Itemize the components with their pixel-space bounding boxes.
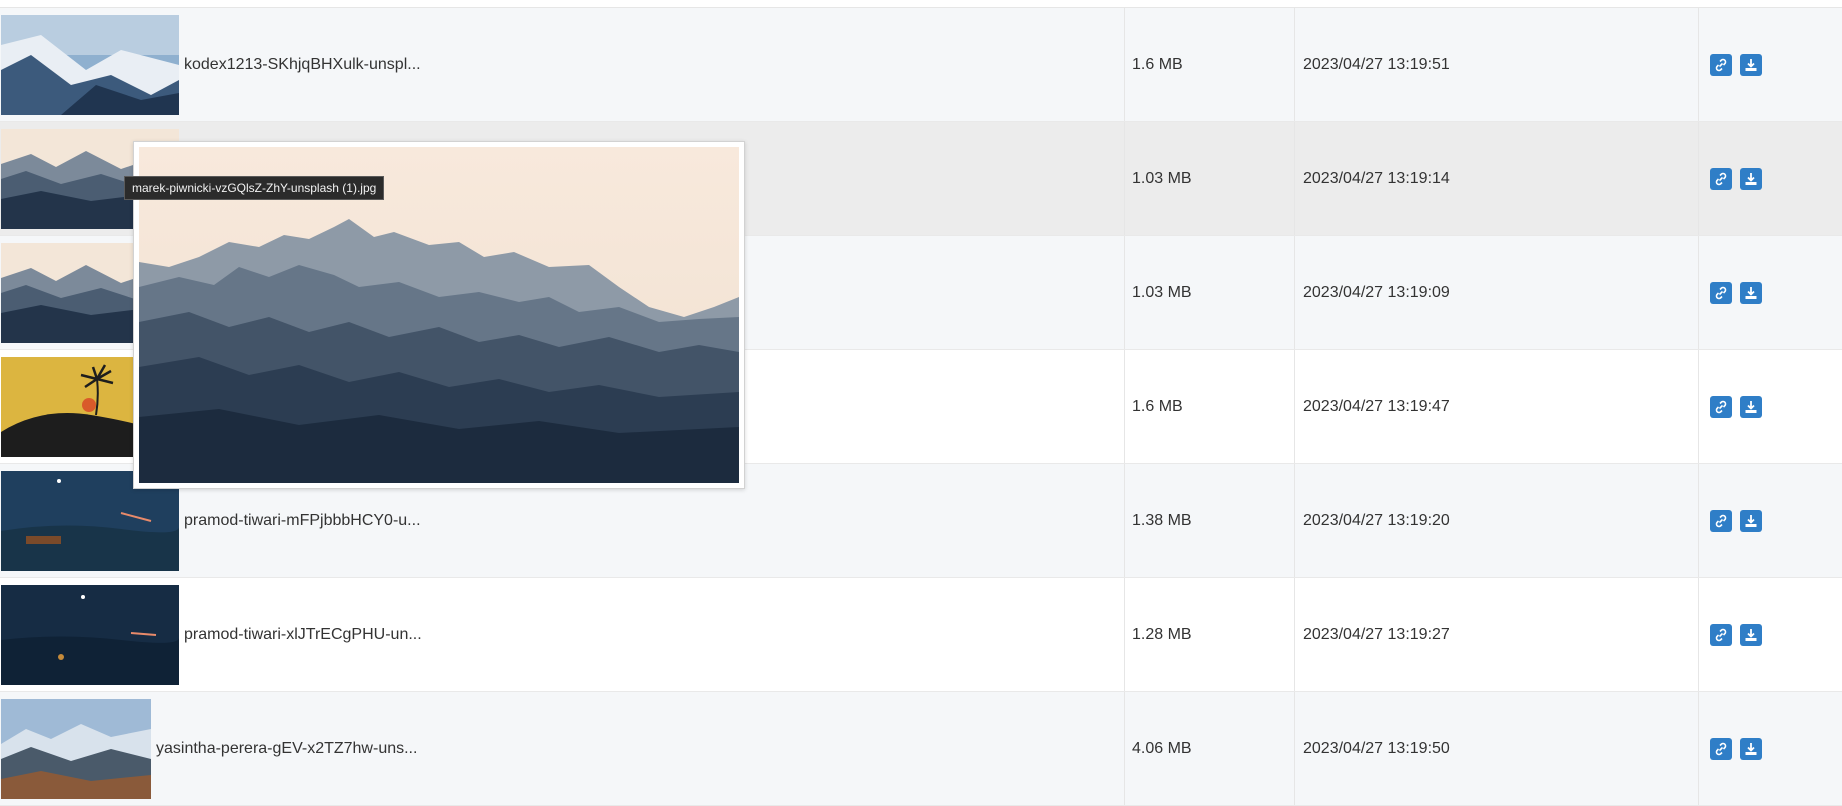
link-icon — [1715, 172, 1727, 185]
link-icon — [1715, 400, 1727, 413]
name-cell: pramod-tiwari-xlJTrECgPHU-un... — [0, 578, 1125, 691]
table-row[interactable]: kodex1213-SKhjqBHXulk-unspl... 1.6 MB 20… — [0, 8, 1842, 122]
actions-cell — [1699, 236, 1842, 349]
file-date: 2023/04/27 13:19:50 — [1295, 692, 1699, 805]
download-icon — [1745, 742, 1757, 755]
file-name[interactable]: yasintha-perera-gEV-x2TZ7hw-uns... — [156, 740, 417, 758]
actions-cell — [1699, 350, 1842, 463]
file-date: 2023/04/27 13:19:14 — [1295, 122, 1699, 235]
copy-link-button[interactable] — [1710, 737, 1732, 760]
name-cell: yasintha-perera-gEV-x2TZ7hw-uns... — [0, 692, 1125, 805]
link-icon — [1715, 628, 1727, 641]
file-size: 1.03 MB — [1125, 236, 1295, 349]
file-size: 1.38 MB — [1125, 464, 1295, 577]
link-icon — [1715, 58, 1727, 71]
file-thumbnail[interactable] — [1, 14, 179, 115]
copy-link-button[interactable] — [1710, 281, 1732, 304]
download-button[interactable] — [1740, 167, 1762, 190]
download-button[interactable] — [1740, 281, 1762, 304]
copy-link-button[interactable] — [1710, 167, 1732, 190]
file-name[interactable]: pramod-tiwari-xlJTrECgPHU-un... — [184, 626, 422, 644]
file-size: 1.6 MB — [1125, 8, 1295, 121]
table-row[interactable]: yasintha-perera-gEV-x2TZ7hw-uns... 4.06 … — [0, 692, 1842, 806]
actions-cell — [1699, 692, 1842, 805]
download-icon — [1745, 172, 1757, 185]
file-date: 2023/04/27 13:19:27 — [1295, 578, 1699, 691]
copy-link-button[interactable] — [1710, 509, 1732, 532]
link-icon — [1715, 286, 1727, 299]
download-icon — [1745, 400, 1757, 413]
file-size: 1.28 MB — [1125, 578, 1295, 691]
actions-cell — [1699, 122, 1842, 235]
download-button[interactable] — [1740, 509, 1762, 532]
download-icon — [1745, 628, 1757, 641]
actions-cell — [1699, 464, 1842, 577]
file-date: 2023/04/27 13:19:20 — [1295, 464, 1699, 577]
actions-cell — [1699, 8, 1842, 121]
table-row[interactable]: pramod-tiwari-xlJTrECgPHU-un... 1.28 MB … — [0, 578, 1842, 692]
file-size: 1.6 MB — [1125, 350, 1295, 463]
file-thumbnail[interactable] — [1, 698, 151, 799]
copy-link-button[interactable] — [1710, 395, 1732, 418]
file-thumbnail[interactable] — [1, 584, 179, 685]
copy-link-button[interactable] — [1710, 53, 1732, 76]
download-icon — [1745, 58, 1757, 71]
file-date: 2023/04/27 13:19:51 — [1295, 8, 1699, 121]
file-size: 4.06 MB — [1125, 692, 1295, 805]
file-date: 2023/04/27 13:19:47 — [1295, 350, 1699, 463]
link-icon — [1715, 742, 1727, 755]
download-button[interactable] — [1740, 737, 1762, 760]
download-button[interactable] — [1740, 395, 1762, 418]
download-button[interactable] — [1740, 623, 1762, 646]
copy-link-button[interactable] — [1710, 623, 1732, 646]
file-name[interactable]: pramod-tiwari-mFPjbbbHCY0-u... — [184, 512, 421, 530]
file-size: 1.03 MB — [1125, 122, 1295, 235]
download-icon — [1745, 514, 1757, 527]
download-button[interactable] — [1740, 53, 1762, 76]
link-icon — [1715, 514, 1727, 527]
actions-cell — [1699, 578, 1842, 691]
file-date: 2023/04/27 13:19:09 — [1295, 236, 1699, 349]
filename-tooltip: marek-piwnicki-vzGQlsZ-ZhY-unsplash (1).… — [124, 176, 385, 200]
file-name[interactable]: kodex1213-SKhjqBHXulk-unspl... — [184, 56, 421, 74]
download-icon — [1745, 286, 1757, 299]
name-cell: kodex1213-SKhjqBHXulk-unspl... — [0, 8, 1125, 121]
